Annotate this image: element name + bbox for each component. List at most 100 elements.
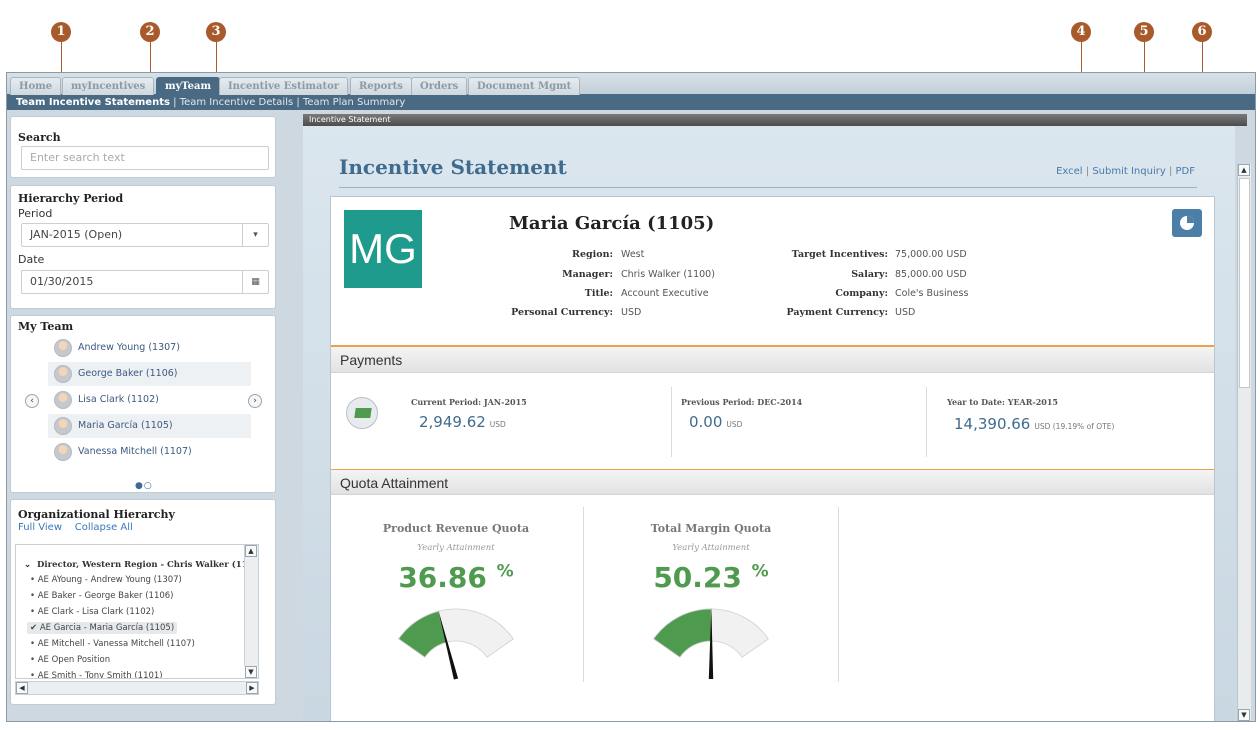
org-hierarchy-panel: Organizational Hierarchy Full View Colla…	[10, 499, 276, 705]
scroll-up-icon[interactable]: ▲	[245, 545, 257, 557]
chevron-left-icon[interactable]: ‹	[25, 394, 39, 408]
previous-period-value: 0.00 USD	[689, 413, 742, 431]
search-panel: Search Enter search text	[10, 116, 276, 178]
pie-chart-icon	[1180, 216, 1194, 230]
calendar-icon[interactable]: ▦	[242, 271, 268, 293]
scroll-up-icon[interactable]: ▲	[1238, 164, 1250, 176]
callout-6: 6	[1192, 22, 1212, 42]
org-tree: ⌄ Director, Western Region - Chris Walke…	[15, 544, 259, 679]
tree-root-label: Director, Western Region - Chris Walker …	[37, 560, 259, 570]
scroll-left-icon[interactable]: ◀	[16, 682, 28, 694]
tab-myteam[interactable]: myTeam	[156, 77, 221, 95]
scroll-right-icon[interactable]: ▶	[246, 682, 258, 694]
gauge-value: 36.86 %	[341, 561, 571, 594]
scroll-thumb[interactable]	[1239, 178, 1250, 388]
tree-node[interactable]: • AE Baker - George Baker (1106)	[30, 591, 174, 601]
team-member-lisa-clark[interactable]: Lisa Clark (1102)	[48, 388, 251, 412]
subnav-separator: |	[173, 97, 177, 108]
company-value: Cole's Business	[895, 288, 969, 299]
tab-home[interactable]: Home	[10, 77, 62, 95]
tree-node-label: AE Open Position	[37, 655, 111, 665]
separator: |	[1168, 166, 1173, 177]
quota-section-header: Quota Attainment	[331, 469, 1214, 495]
collapse-all-link[interactable]: Collapse All	[75, 522, 133, 533]
tree-node-label: AE Smith - Tony Smith (1101)	[37, 671, 163, 679]
hierarchy-period-panel: Hierarchy Period Period JAN-2015 (Open) …	[10, 185, 276, 309]
period-select[interactable]: JAN-2015 (Open) ▾	[21, 223, 269, 247]
pie-chart-button[interactable]	[1172, 209, 1202, 237]
tree-node-selected[interactable]: ✔ AE Garcia - Maria García (1105)	[27, 622, 178, 634]
ytd-label: Year to Date: YEAR-2015	[947, 397, 1058, 407]
separator: |	[1085, 166, 1090, 177]
amount: 14,390.66	[954, 415, 1031, 433]
current-period-value: 2,949.62 USD	[419, 413, 506, 431]
tree-root-node[interactable]: ⌄ Director, Western Region - Chris Walke…	[24, 560, 259, 570]
search-input[interactable]: Enter search text	[21, 146, 269, 170]
date-label: Date	[18, 253, 45, 266]
gauge-fill	[398, 610, 448, 658]
export-actions: Excel | Submit Inquiry | PDF	[1056, 166, 1195, 177]
tree-node[interactable]: • AE Mitchell - Vanessa Mitchell (1107)	[30, 639, 195, 649]
team-pager-dots[interactable]: ●○	[135, 481, 153, 491]
statement-card: MG Maria García (1105) Region: West Mana…	[330, 196, 1215, 721]
currency: USD (19.19% of OTE)	[1034, 422, 1115, 431]
tree-vertical-scrollbar[interactable]: ▲	[244, 545, 258, 666]
period-label: Period	[18, 207, 53, 220]
submit-inquiry-link[interactable]: Submit Inquiry	[1092, 166, 1165, 177]
company-label: Company:	[835, 288, 888, 299]
subnav-separator: |	[296, 97, 300, 108]
tree-node[interactable]: • AE AYoung - Andrew Young (1307)	[30, 575, 182, 585]
tab-document-mgmt[interactable]: Document Mgmt	[468, 77, 581, 95]
subnav-team-incentive-statements[interactable]: Team Incentive Statements	[16, 97, 170, 108]
region-label: Region:	[572, 249, 613, 260]
team-member-name: Vanessa Mitchell (1107)	[78, 446, 192, 457]
tab-reports[interactable]: Reports	[350, 77, 412, 95]
tab-myincentives[interactable]: myIncentives	[62, 77, 155, 95]
payment-currency-label: Payment Currency:	[786, 307, 888, 318]
employee-initials-tile: MG	[344, 210, 422, 288]
excel-link[interactable]: Excel	[1056, 166, 1083, 177]
tree-node-label: AE Garcia - Maria García (1105)	[39, 623, 175, 633]
team-member-name: Maria García (1105)	[78, 420, 173, 431]
period-value: JAN-2015 (Open)	[30, 228, 123, 241]
tree-horizontal-scrollbar[interactable]: ◀ ▶	[15, 681, 259, 695]
tree-node[interactable]: • AE Smith - Tony Smith (1101)	[30, 671, 163, 679]
currency: USD	[489, 420, 506, 429]
gauge-value: 50.23 %	[596, 561, 826, 594]
payments-section-header: Payments	[331, 347, 1214, 373]
total-margin-gauge	[653, 607, 769, 680]
money-icon	[346, 397, 378, 429]
subnav-team-plan-summary[interactable]: Team Plan Summary	[303, 97, 405, 108]
date-field[interactable]: 01/30/2015 ▦	[21, 270, 269, 294]
panel-header: Incentive Statement	[303, 114, 1247, 126]
sub-navigation: Team Incentive Statements | Team Incenti…	[7, 95, 1255, 110]
quota-divider	[583, 507, 584, 682]
tree-node[interactable]: • AE Open Position	[30, 655, 110, 665]
team-member-vanessa-mitchell[interactable]: Vanessa Mitchell (1107)	[48, 440, 251, 464]
scroll-down-icon[interactable]: ▼	[245, 666, 257, 678]
avatar-icon	[54, 391, 72, 409]
subnav-team-incentive-details[interactable]: Team Incentive Details	[180, 97, 294, 108]
chevron-down-icon[interactable]: ▾	[242, 224, 268, 246]
team-member-george-baker[interactable]: George Baker (1106)	[48, 362, 251, 386]
team-member-maria-garcia[interactable]: Maria García (1105)	[48, 414, 251, 438]
gauge-title: Product Revenue Quota	[382, 522, 530, 535]
pdf-link[interactable]: PDF	[1176, 166, 1195, 177]
team-member-andrew-young[interactable]: Andrew Young (1307)	[48, 336, 251, 360]
scroll-down-icon[interactable]: ▼	[1238, 709, 1250, 721]
gauge-number: 50.23	[653, 561, 742, 594]
tab-orders[interactable]: Orders	[411, 77, 468, 95]
tab-incentive-estimator[interactable]: Incentive Estimator	[219, 77, 349, 95]
tree-node[interactable]: • AE Clark - Lisa Clark (1102)	[30, 607, 154, 617]
manager-label: Manager:	[562, 269, 613, 280]
target-incentives-label: Target Incentives:	[791, 249, 888, 260]
salary-value: 85,000.00 USD	[895, 269, 967, 280]
full-view-link[interactable]: Full View	[18, 522, 62, 533]
gauge-number: 36.86	[398, 561, 487, 594]
chevron-right-icon[interactable]: ›	[248, 394, 262, 408]
ytd-value: 14,390.66 USD (19.19% of OTE)	[954, 415, 1114, 433]
payments-divider	[671, 387, 672, 457]
title-value: Account Executive	[621, 288, 709, 299]
region-value: West	[621, 249, 645, 260]
main-vertical-scrollbar[interactable]: ▲ ▼	[1237, 164, 1251, 721]
